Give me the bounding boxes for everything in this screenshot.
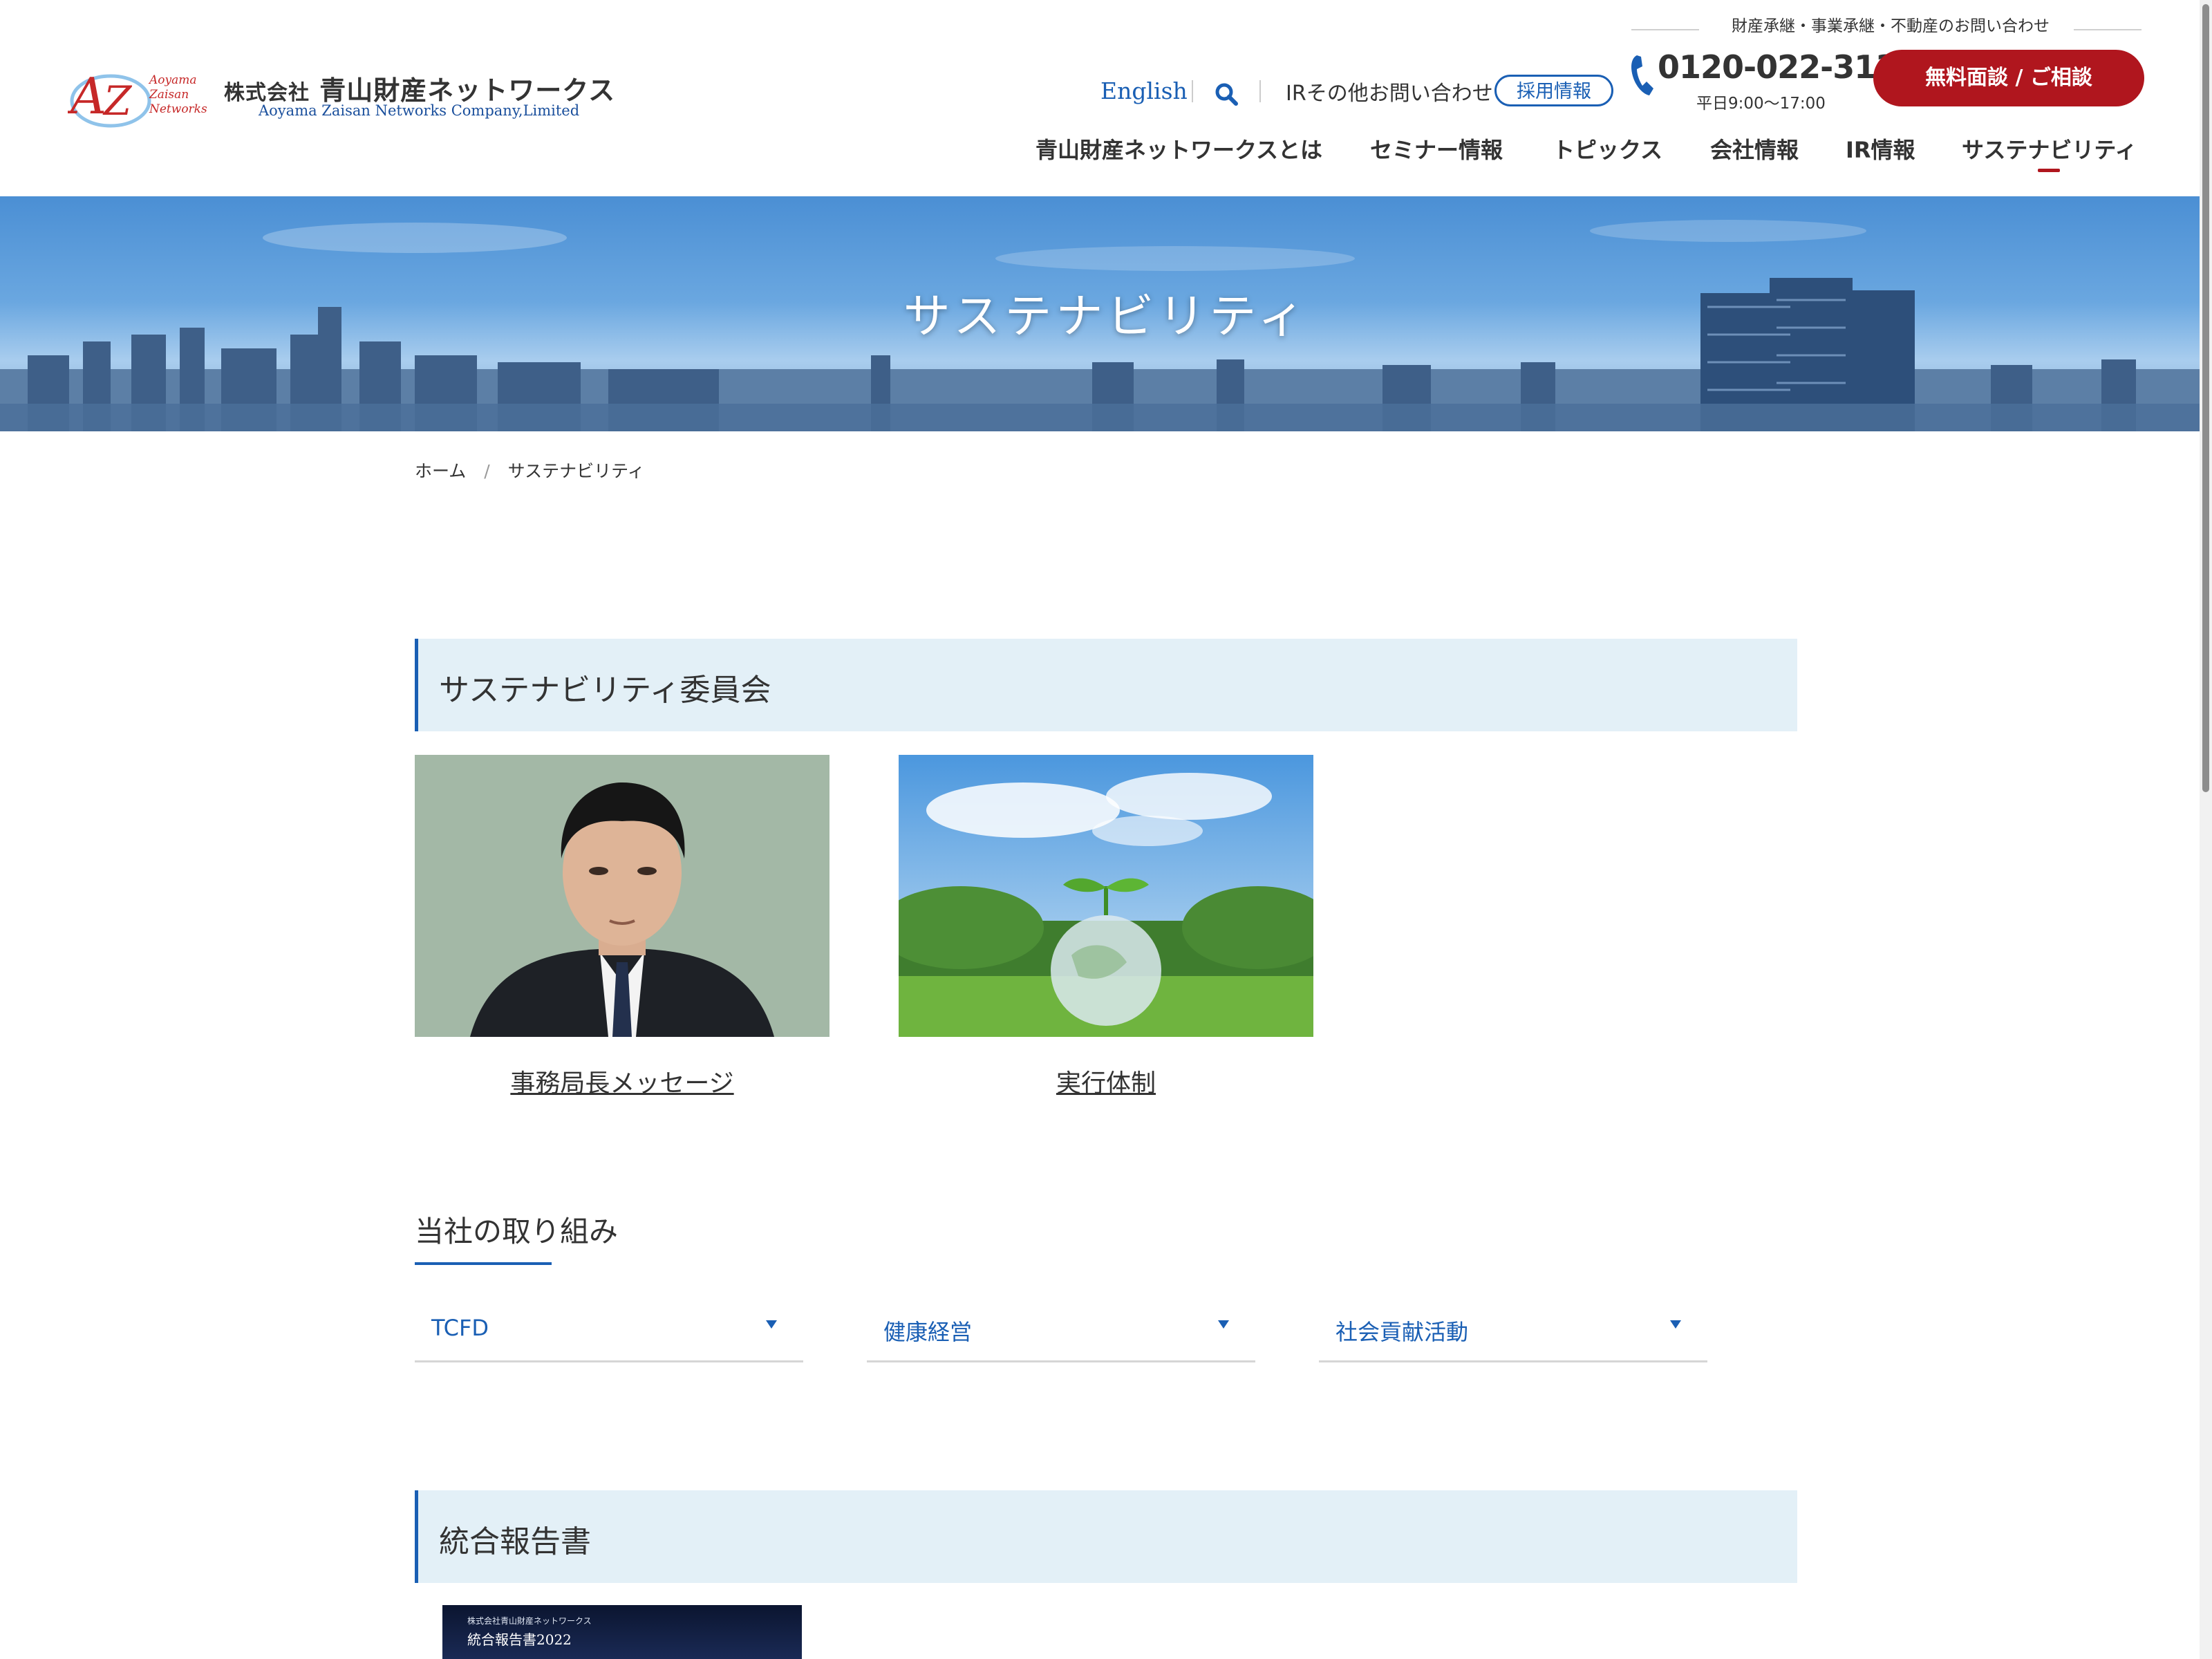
page-scrollbar-thumb[interactable] xyxy=(2202,4,2209,792)
phone-hours: 平日9:00〜17:00 xyxy=(1696,95,1826,113)
execution-structure-image[interactable] xyxy=(899,755,1313,1037)
logo-mark-text: Aoyama Zaisan Networks xyxy=(149,73,207,116)
caption-rule-left xyxy=(1631,29,1699,30)
nav-about[interactable]: 青山財産ネットワークスとは xyxy=(1035,133,1322,165)
phone-icon xyxy=(1631,55,1653,95)
dropdown-social-contribution[interactable]: 社会貢献活動 xyxy=(1319,1300,1707,1362)
phone-contact[interactable]: 0120-022-313 平日9:00〜17:00 xyxy=(1629,47,1897,113)
free-consultation-button[interactable]: 無料面談 / ご相談 xyxy=(1873,50,2144,106)
contact-caption-text: 財産承継・事業承継・不動産のお問い合わせ xyxy=(1732,17,2050,35)
initiatives-heading: 当社の取り組み xyxy=(415,1215,619,1248)
integrated-report-cover[interactable]: 株式会社青山財産ネットワークス 統合報告書2022 xyxy=(442,1605,802,1659)
caret-down-icon xyxy=(1670,1320,1681,1329)
svg-text:A: A xyxy=(68,67,106,125)
sprout-globe-photo xyxy=(899,755,1313,1037)
company-name-ja: 株式会社 青山財産ネットワークス xyxy=(224,75,616,106)
caret-down-icon xyxy=(1218,1320,1229,1329)
nav-active-indicator xyxy=(2038,169,2060,172)
breadcrumb: ホーム / サステナビリティ xyxy=(415,458,657,482)
util-divider xyxy=(1259,80,1261,102)
nav-company[interactable]: 会社情報 xyxy=(1710,133,1799,165)
dropdown-health-management[interactable]: 健康経営 xyxy=(867,1300,1255,1362)
company-name-en: Aoyama Zaisan Networks Company,Limited xyxy=(259,102,580,119)
committee-heading-bar: サステナビリティ委員会 xyxy=(415,639,1797,731)
site-header: A Z Aoyama Zaisan Networks 株式会社 青山財産ネットワ… xyxy=(0,0,2212,196)
nav-seminar[interactable]: セミナー情報 xyxy=(1370,133,1503,165)
caption-rule-right xyxy=(2074,29,2141,30)
contact-caption: 財産承継・事業承継・不動産のお問い合わせ xyxy=(1631,12,2143,35)
search-icon[interactable] xyxy=(1214,82,1239,106)
portrait-photo xyxy=(415,755,830,1037)
nav-topics[interactable]: トピックス xyxy=(1553,133,1662,165)
director-message-link[interactable]: 事務局長メッセージ xyxy=(415,1063,830,1099)
execution-structure-link[interactable]: 実行体制 xyxy=(899,1063,1313,1099)
hero-banner: サステナビリティ xyxy=(0,196,2212,431)
breadcrumb-separator: / xyxy=(484,461,490,481)
util-divider xyxy=(1192,80,1193,102)
report-cover-title: 統合報告書2022 xyxy=(467,1631,572,1648)
phone-number: 0120-022-313 xyxy=(1658,48,1897,86)
nav-ir[interactable]: IR情報 xyxy=(1846,133,1915,165)
hero-title: サステナビリティ xyxy=(903,290,1309,344)
dropdown-label: TCFD xyxy=(431,1315,489,1341)
dropdown-label: 社会貢献活動 xyxy=(1335,1319,1469,1345)
committee-heading: サステナビリティ委員会 xyxy=(439,673,771,708)
english-link[interactable]: English xyxy=(1100,77,1188,104)
caret-down-icon xyxy=(766,1320,777,1329)
initiatives-heading-underline xyxy=(415,1262,552,1265)
ir-contact-link[interactable]: IRその他お問い合わせ xyxy=(1286,76,1493,106)
breadcrumb-home[interactable]: ホーム xyxy=(415,461,466,481)
recruit-button[interactable]: 採用情報 xyxy=(1494,75,1613,106)
report-heading: 統合報告書 xyxy=(439,1524,591,1559)
company-logo[interactable]: A Z Aoyama Zaisan Networks 株式会社 青山財産ネットワ… xyxy=(68,61,615,133)
director-portrait-image[interactable] xyxy=(415,755,830,1037)
svg-text:Z: Z xyxy=(102,77,133,124)
report-cover-company: 株式会社青山財産ネットワークス xyxy=(467,1616,592,1626)
report-heading-bar: 統合報告書 xyxy=(415,1490,1797,1583)
dropdown-label: 健康経営 xyxy=(883,1319,973,1345)
nav-sustainability[interactable]: サステナビリティ xyxy=(1962,133,2137,165)
dropdown-tcfd[interactable]: TCFD xyxy=(415,1300,803,1362)
breadcrumb-current: サステナビリティ xyxy=(507,461,645,481)
